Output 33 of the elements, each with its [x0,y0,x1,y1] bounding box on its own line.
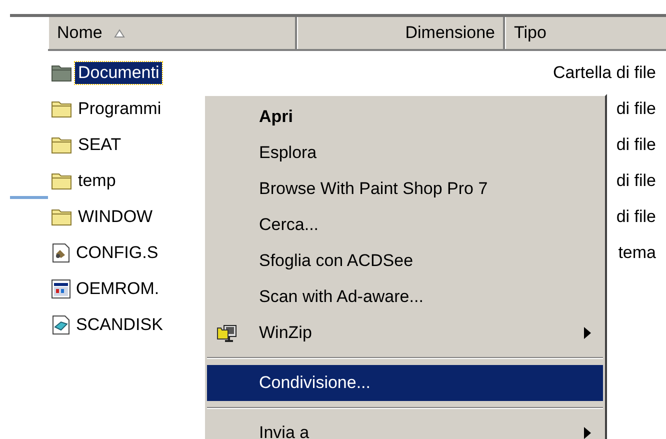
connector-line [10,196,48,199]
folder-computer-icon [217,324,237,342]
menu-item[interactable]: Cerca... [207,207,603,243]
column-header[interactable]: Tipo [505,17,666,49]
file-type: Cartella di file [553,63,656,82]
column-header[interactable]: Nome [48,17,297,49]
file-icon [51,315,71,335]
menu-item[interactable]: Scan with Ad-aware... [207,279,603,315]
file-name[interactable]: SCANDISK [73,314,166,336]
file-name[interactable]: CONFIG.S [73,242,162,264]
file-type: di file [616,99,656,118]
file-name[interactable]: temp [75,170,119,192]
menu-item[interactable]: Condivisione... [207,365,603,401]
file-type: di file [616,171,656,190]
menu-item[interactable]: Esplora [207,135,603,171]
file-name[interactable]: OEMROM. [73,278,162,300]
menu-item[interactable]: Apri [207,99,603,135]
file-icon [51,243,71,263]
file-type: di file [616,135,656,154]
column-header[interactable]: Dimensione [297,17,505,49]
file-name[interactable]: Documenti [75,62,162,84]
file-type: tema [618,243,656,262]
file-name[interactable]: WINDOW [75,206,156,228]
submenu-arrow-icon [584,427,591,439]
menu-item[interactable]: Browse With Paint Shop Pro 7 [207,171,603,207]
file-name[interactable]: SEAT [75,134,124,156]
menu-item[interactable]: Sfoglia con ACDSee [207,243,603,279]
file-type: di file [616,207,656,226]
menu-item[interactable]: WinZip [207,315,603,351]
menu-item[interactable]: Invia a [207,415,603,439]
submenu-arrow-icon [584,327,591,339]
file-name[interactable]: Programmi [75,98,164,120]
file-icon [51,279,71,299]
